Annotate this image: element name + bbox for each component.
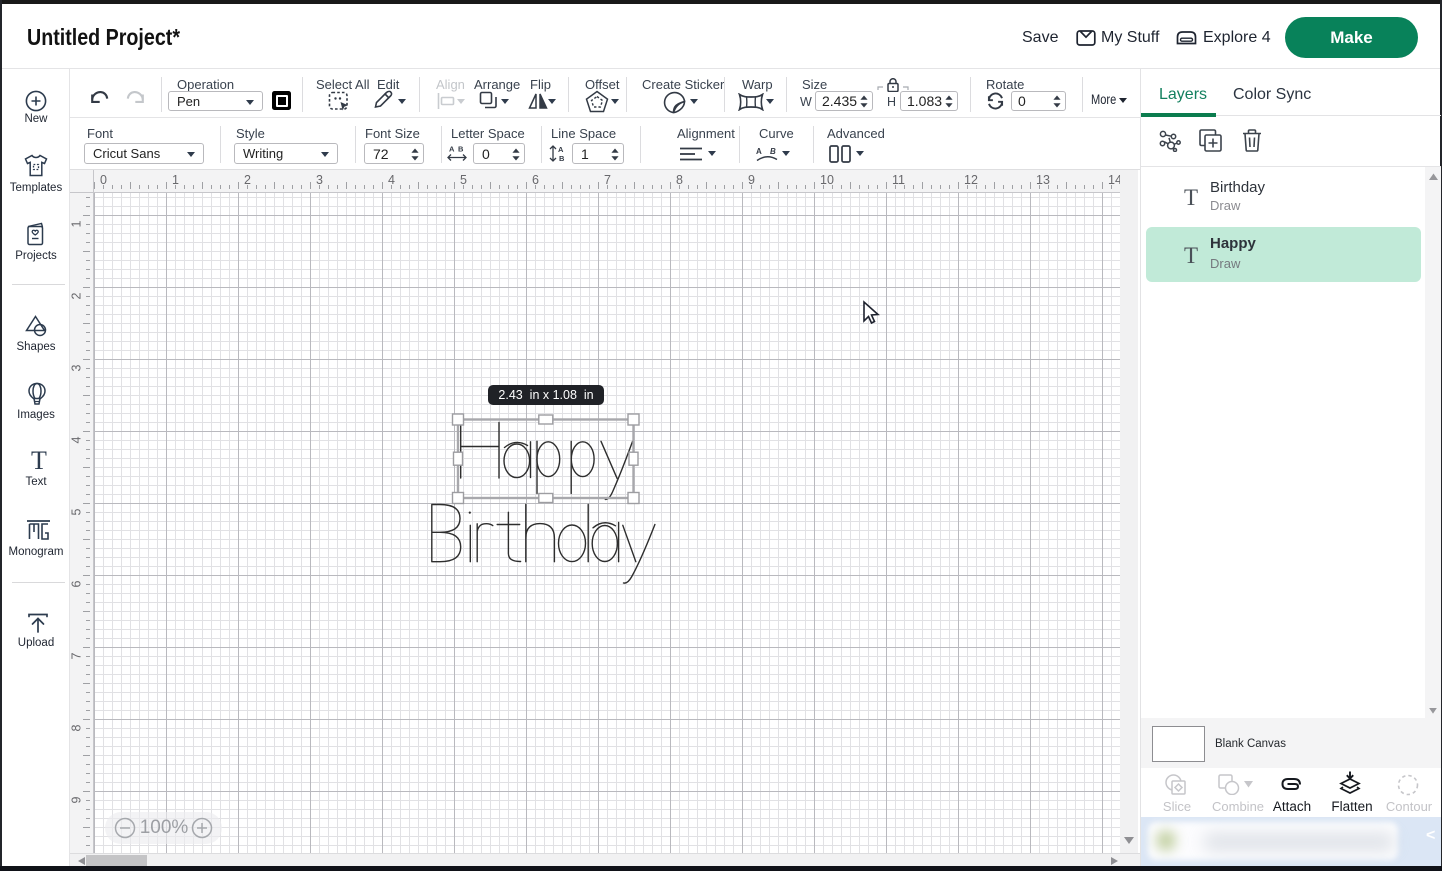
svg-text:B: B <box>770 147 776 156</box>
svg-text:B: B <box>458 145 464 154</box>
svg-text:A: A <box>558 145 564 154</box>
svg-text:B: B <box>559 154 565 163</box>
svg-text:A: A <box>756 147 762 156</box>
svg-text:A: A <box>449 145 455 154</box>
